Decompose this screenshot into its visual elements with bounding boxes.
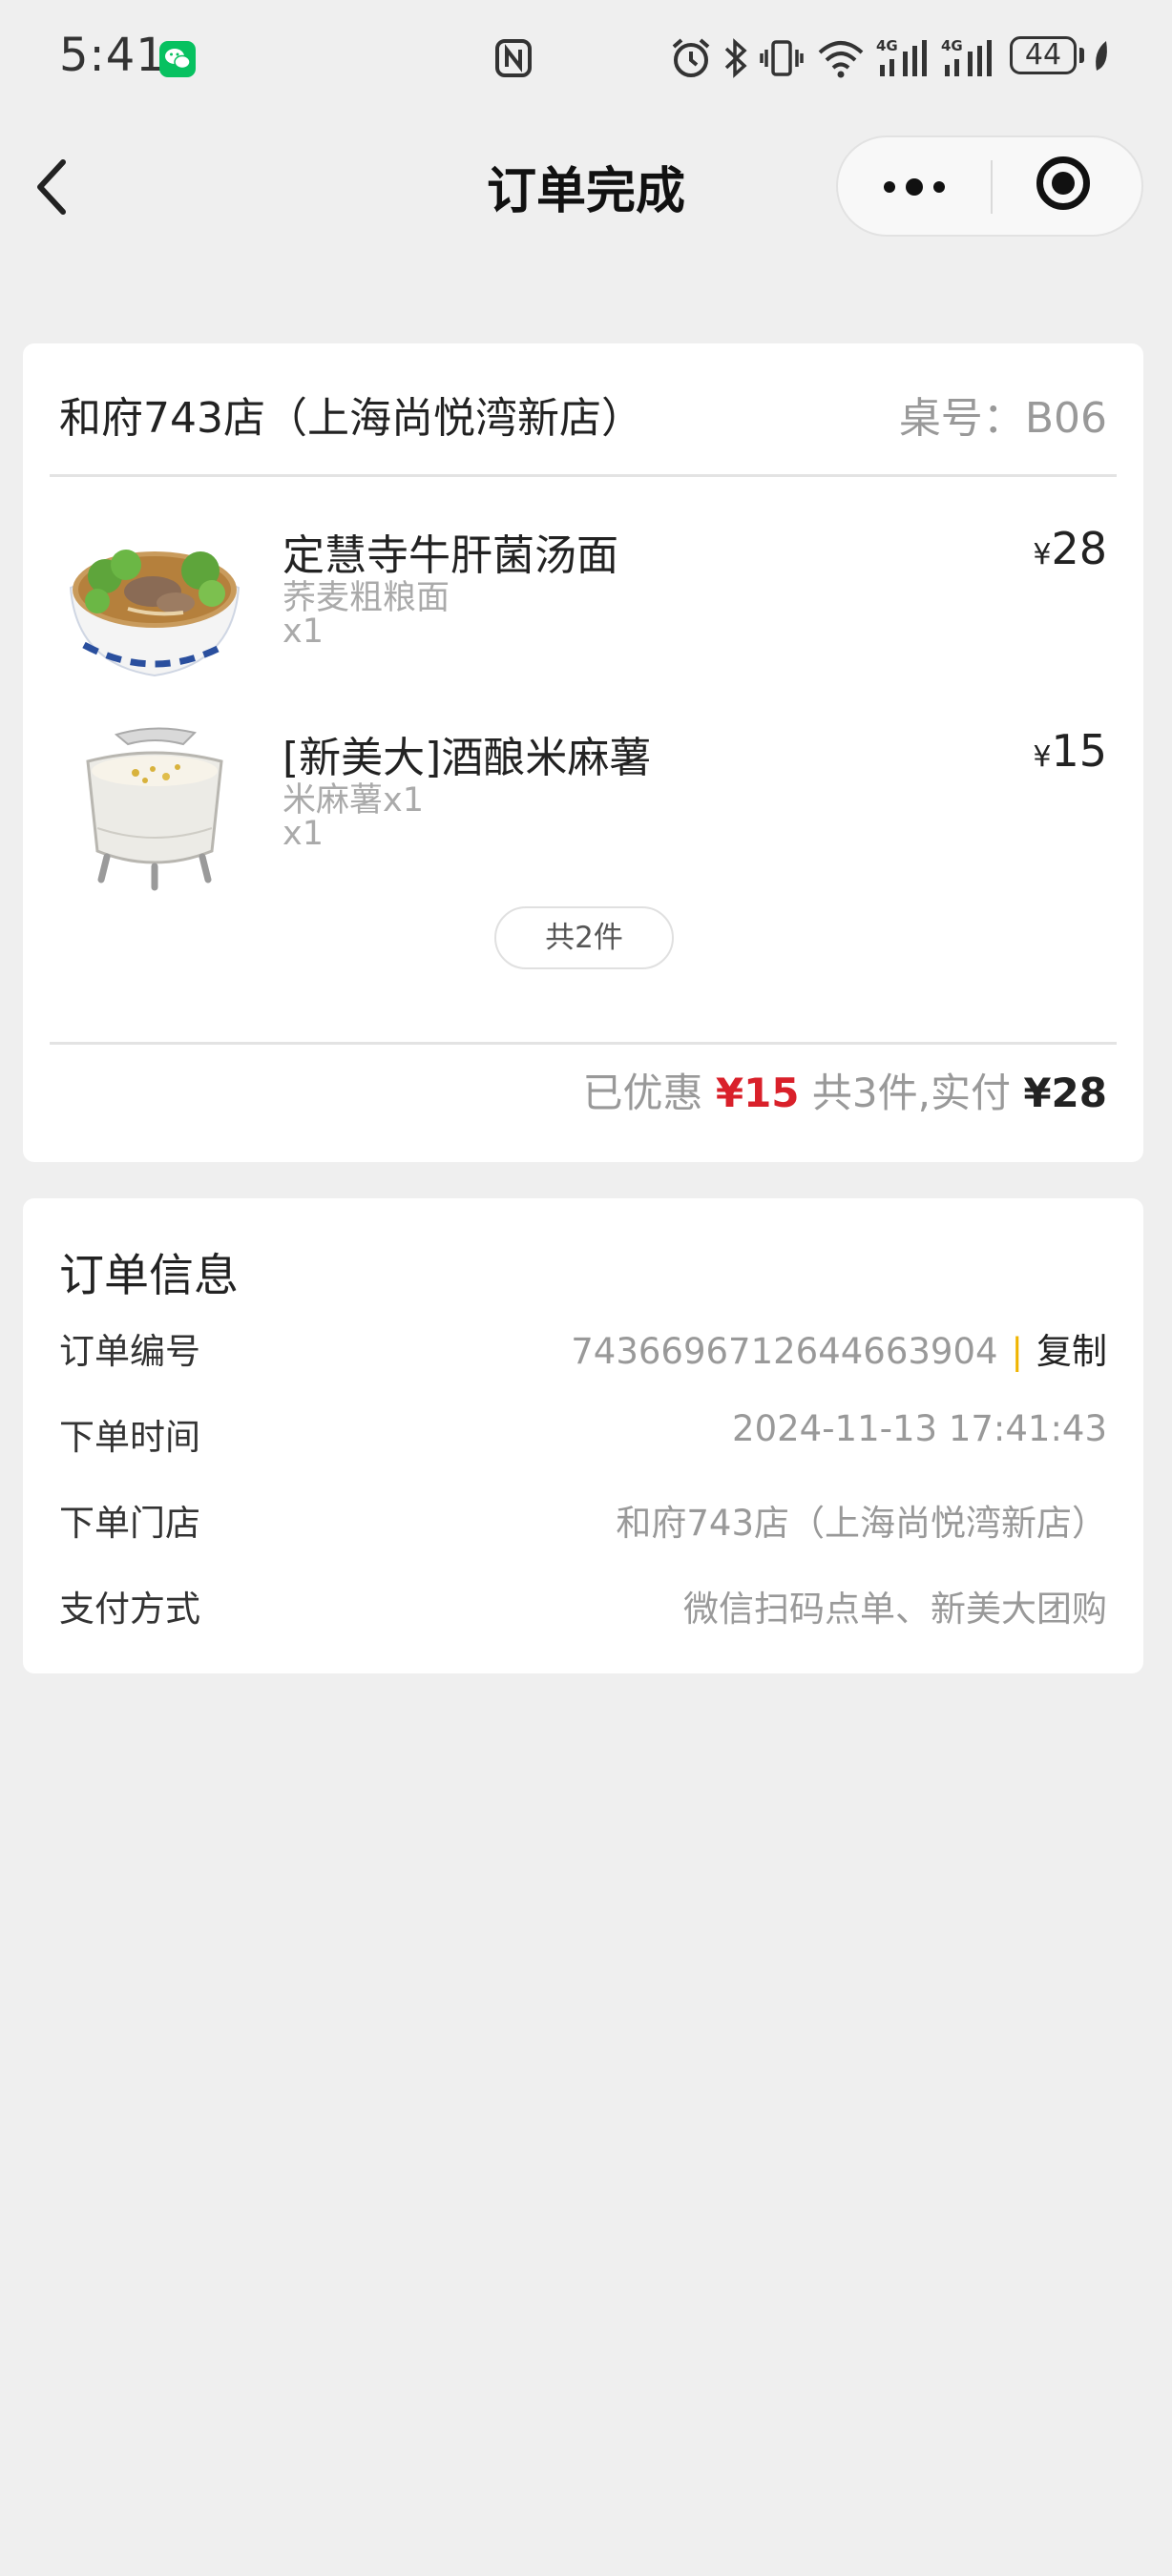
- item-price: ¥15: [1033, 725, 1107, 777]
- total-label: 共3件,实付: [811, 1070, 1011, 1116]
- payment-method-label: 支付方式: [59, 1589, 200, 1630]
- item-price: ¥28: [1033, 523, 1107, 574]
- paid-amount: ¥28: [1023, 1070, 1107, 1116]
- battery-level: 44: [1024, 38, 1062, 72]
- battery-icon: 44: [1010, 36, 1077, 74]
- order-item[interactable]: [新美大]酒酿米麻薯 米麻薯x1 x1 ¥15: [23, 723, 1143, 895]
- item-price-value: 15: [1051, 725, 1107, 777]
- payment-method-row: 支付方式 微信扫码点单、新美大团购: [59, 1574, 1107, 1631]
- order-info-title: 订单信息: [59, 1250, 239, 1302]
- table-label: 桌号：: [898, 394, 1025, 443]
- target-icon-dot: [1052, 172, 1075, 195]
- currency-symbol: ¥: [1033, 740, 1052, 774]
- more-button[interactable]: [838, 137, 991, 235]
- signal-4g-icon: 4G: [876, 37, 927, 76]
- vibrate-icon: [760, 40, 804, 76]
- order-number-row: 订单编号 7436696712644663904 | 复制: [59, 1317, 1107, 1374]
- battery-tip: [1079, 48, 1084, 63]
- nav-bar: 订单完成: [0, 124, 1172, 248]
- order-store-row: 下单门店 和府743店（上海尚悦湾新店）: [59, 1488, 1107, 1546]
- wifi-icon: [818, 41, 864, 78]
- order-number-label: 订单编号: [59, 1331, 200, 1372]
- table-value: B06: [1024, 394, 1107, 443]
- summary-divider: [50, 1042, 1117, 1045]
- order-store-label: 下单门店: [59, 1503, 200, 1544]
- table-number: 桌号：B06: [899, 384, 1107, 445]
- status-bar: 5:41 4G 4G 44: [0, 0, 1172, 114]
- order-time-label: 下单时间: [59, 1417, 200, 1458]
- item-count-button[interactable]: 共2件: [494, 906, 674, 969]
- bluetooth-icon: [724, 38, 747, 78]
- copy-button[interactable]: 复制: [1036, 1331, 1107, 1372]
- order-item[interactable]: 定慧寺牛肝菌汤面 荞麦粗粮面 x1 ¥28: [23, 521, 1143, 693]
- payment-method-value: 微信扫码点单、新美大团购: [683, 1589, 1107, 1630]
- currency-symbol: ¥: [1033, 538, 1052, 571]
- order-number-value: 7436696712644663904: [571, 1331, 998, 1372]
- order-info-card: 订单信息 订单编号 7436696712644663904 | 复制 下单时间 20…: [23, 1198, 1143, 1673]
- discount-label: 已优惠: [582, 1070, 703, 1116]
- dessert-cup-image: [59, 723, 250, 895]
- item-quantity: x1: [283, 815, 324, 853]
- leaf-icon: [1096, 41, 1107, 71]
- noodle-soup-image: [59, 521, 250, 693]
- wechat-icon: [159, 41, 196, 77]
- order-time-row: 下单时间 2024-11-13 17:41:43: [59, 1402, 1107, 1460]
- order-card: 和府743店（上海尚悦湾新店） 桌号：B06 定慧寺牛肝菌汤面 荞麦粗粮面 x1: [23, 343, 1143, 1162]
- status-time: 5:41: [59, 29, 166, 82]
- svg-text:4G: 4G: [876, 37, 898, 54]
- alarm-icon: [672, 38, 710, 77]
- nfc-icon: [494, 38, 533, 82]
- signal-4g-icon: 4G: [941, 37, 992, 76]
- miniprogram-capsule: [836, 135, 1143, 237]
- store-name: 和府743店（上海尚悦湾新店）: [59, 394, 643, 443]
- discount-amount: ¥15: [715, 1070, 800, 1116]
- close-miniprogram-button[interactable]: [993, 137, 1141, 235]
- item-quantity: x1: [283, 613, 324, 651]
- header-divider: [50, 474, 1117, 477]
- order-number-value-group: 7436696712644663904 | 复制: [571, 1322, 1107, 1374]
- order-time-value: 2024-11-13 17:41:43: [732, 1408, 1107, 1449]
- more-dots-icon-center: [906, 178, 923, 196]
- order-store-value: 和府743店（上海尚悦湾新店）: [616, 1503, 1107, 1544]
- item-price-value: 28: [1051, 523, 1107, 574]
- svg-text:4G: 4G: [941, 37, 963, 54]
- more-dots-icon: [884, 181, 895, 193]
- order-summary: 已优惠 ¥15 共3件,实付 ¥28: [582, 1061, 1107, 1119]
- copy-separator: |: [1011, 1331, 1023, 1372]
- more-dots-icon-right: [933, 181, 945, 193]
